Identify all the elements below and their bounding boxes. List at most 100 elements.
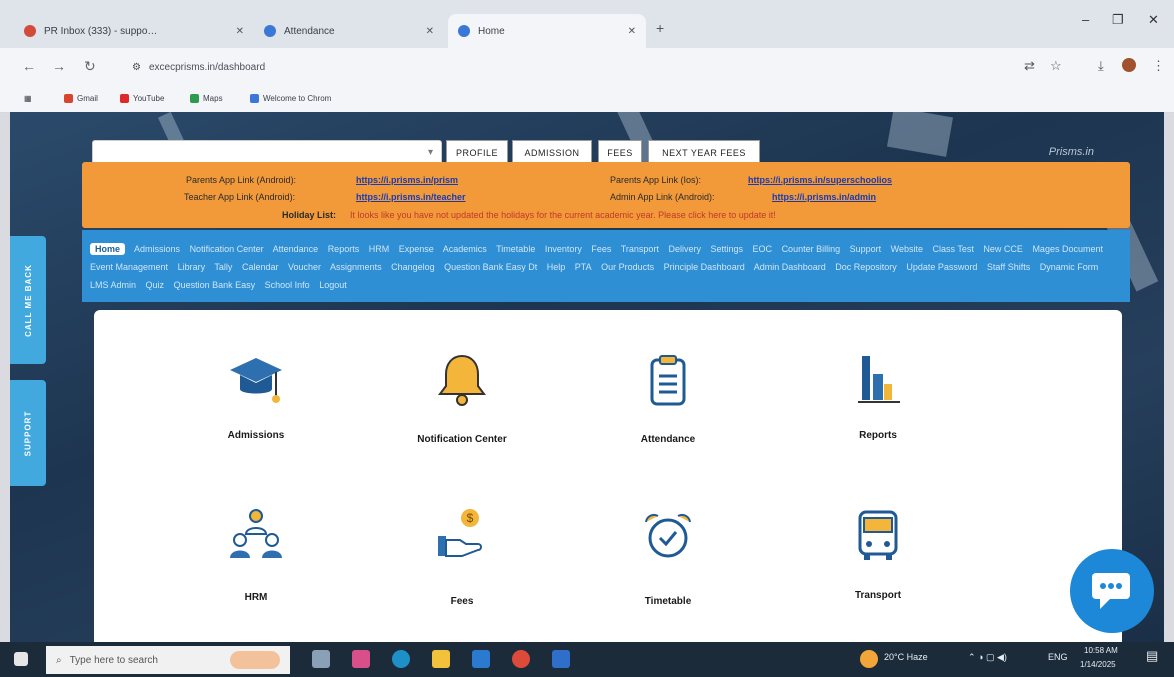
admin-android-link[interactable]: https://i.prisms.in/admin xyxy=(772,192,876,202)
close-icon[interactable]: ✕ xyxy=(628,26,636,37)
weather-text[interactable]: 20°C Haze xyxy=(884,652,928,662)
parents-ios-link[interactable]: https://i.prisms.in/superschoolios xyxy=(748,175,892,185)
menu-item[interactable]: Settings xyxy=(710,244,743,254)
minimize-icon[interactable]: – xyxy=(1082,12,1089,27)
chrome-icon[interactable] xyxy=(512,650,530,668)
profile-avatar[interactable] xyxy=(1122,58,1136,72)
menu-item[interactable]: Library xyxy=(178,262,206,272)
edge-icon[interactable] xyxy=(392,650,410,668)
task-view-icon[interactable] xyxy=(312,650,330,668)
youtube-icon xyxy=(120,94,129,103)
menu-item[interactable]: Principle Dashboard xyxy=(664,262,745,272)
forward-icon[interactable]: → xyxy=(52,58,66,74)
module-hrm[interactable]: HRM xyxy=(186,506,326,636)
module-attendance[interactable]: Attendance xyxy=(598,350,738,480)
apps-icon[interactable]: ▦ xyxy=(24,94,32,103)
windows-start-icon[interactable] xyxy=(14,652,28,666)
app-icon[interactable] xyxy=(352,650,370,668)
module-fees[interactable]: $ Fees xyxy=(392,506,532,636)
menu-item[interactable]: Update Password xyxy=(906,262,977,272)
menu-item[interactable]: School Info xyxy=(265,280,310,290)
back-icon[interactable]: ← xyxy=(22,58,36,74)
maximize-icon[interactable]: ❐ xyxy=(1112,12,1124,28)
bookmark-maps[interactable]: Maps xyxy=(190,94,223,103)
menu-item[interactable]: Question Bank Easy Dt xyxy=(444,262,537,272)
bookmark-welcome[interactable]: Welcome to Chrom xyxy=(250,94,331,103)
site-info-icon[interactable]: ⚙ xyxy=(132,62,141,73)
tray-icons[interactable]: ⌃ ◑ ▢ ◀) xyxy=(968,652,1007,663)
parents-android-link[interactable]: https://i.prisms.in/prism xyxy=(356,175,458,185)
module-notification-center[interactable]: Notification Center xyxy=(392,350,532,480)
menu-item[interactable]: Notification Center xyxy=(190,244,264,254)
bookmark-youtube[interactable]: YouTube xyxy=(120,94,164,103)
menu-item[interactable]: Tally xyxy=(214,262,232,272)
app-icon[interactable] xyxy=(552,650,570,668)
menu-item[interactable]: Calendar xyxy=(242,262,279,272)
holiday-warning[interactable]: It looks like you have not updated the h… xyxy=(350,210,776,220)
clock-date[interactable]: 1/14/2025 xyxy=(1080,660,1116,669)
module-admissions[interactable]: Admissions xyxy=(186,350,326,480)
clock-time[interactable]: 10:58 AM xyxy=(1084,646,1118,655)
module-transport[interactable]: Transport xyxy=(808,506,948,636)
menu-item[interactable]: Website xyxy=(891,244,923,254)
menu-item[interactable]: Admissions xyxy=(134,244,180,254)
menu-item[interactable]: Mages Document xyxy=(1032,244,1103,254)
tab-inbox[interactable]: PR Inbox (333) - suppo… ✕ xyxy=(14,14,254,48)
call-me-back-button[interactable]: CALL ME BACK xyxy=(10,236,46,364)
tab-home[interactable]: Home ✕ xyxy=(448,14,646,48)
menu-item[interactable]: Reports xyxy=(328,244,360,254)
module-reports[interactable]: Reports xyxy=(808,350,948,480)
url-field[interactable]: ⚙ excecprisms.in/dashboard xyxy=(118,54,978,80)
more-menu-icon[interactable]: ⋮ xyxy=(1152,58,1165,74)
menu-item[interactable]: Transport xyxy=(621,244,659,254)
menu-item[interactable]: New CCE xyxy=(983,244,1023,254)
menu-item[interactable]: Delivery xyxy=(668,244,701,254)
menu-item[interactable]: Counter Billing xyxy=(782,244,841,254)
menu-item[interactable]: Logout xyxy=(319,280,347,290)
mail-icon[interactable] xyxy=(472,650,490,668)
menu-item[interactable]: Voucher xyxy=(288,262,321,272)
close-icon[interactable]: ✕ xyxy=(236,26,244,37)
menu-item[interactable]: Help xyxy=(547,262,566,272)
menu-item[interactable]: Event Management xyxy=(90,262,168,272)
taskbar-search-input[interactable]: ⌕ Type here to search xyxy=(46,646,290,674)
menu-item[interactable]: LMS Admin xyxy=(90,280,136,290)
menu-item[interactable]: HRM xyxy=(369,244,390,254)
new-tab-icon[interactable]: + xyxy=(656,20,664,36)
menu-item[interactable]: Inventory xyxy=(545,244,582,254)
star-icon[interactable]: ☆ xyxy=(1050,58,1062,74)
module-timetable[interactable]: Timetable xyxy=(598,506,738,636)
menu-item[interactable]: PTA xyxy=(575,262,592,272)
menu-item-home[interactable]: Home xyxy=(90,243,126,255)
bookmark-gmail[interactable]: Gmail xyxy=(64,94,98,103)
menu-item[interactable]: Dynamic Form xyxy=(1040,262,1099,272)
menu-item[interactable]: Admin Dashboard xyxy=(754,262,826,272)
close-window-icon[interactable]: ✕ xyxy=(1148,12,1159,28)
chat-button[interactable] xyxy=(1070,549,1154,633)
menu-item[interactable]: Question Bank Easy xyxy=(174,280,256,290)
tab-attendance[interactable]: Attendance ✕ xyxy=(254,14,444,48)
menu-item[interactable]: Staff Shifts xyxy=(987,262,1030,272)
menu-item[interactable]: Attendance xyxy=(273,244,319,254)
menu-item[interactable]: Doc Repository xyxy=(835,262,897,272)
menu-item[interactable]: Academics xyxy=(443,244,487,254)
reload-icon[interactable]: ↻ xyxy=(84,58,96,75)
menu-item[interactable]: Support xyxy=(850,244,882,254)
menu-item[interactable]: Class Test xyxy=(933,244,974,254)
close-icon[interactable]: ✕ xyxy=(426,26,434,37)
translate-icon[interactable]: ⇄ xyxy=(1024,58,1035,74)
file-explorer-icon[interactable] xyxy=(432,650,450,668)
support-button[interactable]: SUPPORT xyxy=(10,380,46,486)
menu-item[interactable]: Quiz xyxy=(146,280,165,290)
menu-item[interactable]: Our Products xyxy=(601,262,654,272)
menu-item[interactable]: Assignments xyxy=(330,262,382,272)
language-indicator[interactable]: ENG xyxy=(1048,652,1068,662)
notification-icon[interactable]: ▤ xyxy=(1146,648,1158,664)
download-icon[interactable]: ⤓ xyxy=(1098,58,1104,74)
menu-item[interactable]: Timetable xyxy=(496,244,535,254)
menu-item[interactable]: Changelog xyxy=(391,262,435,272)
menu-item[interactable]: Expense xyxy=(399,244,434,254)
teacher-android-link[interactable]: https://i.prisms.in/teacher xyxy=(356,192,466,202)
menu-item[interactable]: EOC xyxy=(753,244,773,254)
menu-item[interactable]: Fees xyxy=(591,244,611,254)
